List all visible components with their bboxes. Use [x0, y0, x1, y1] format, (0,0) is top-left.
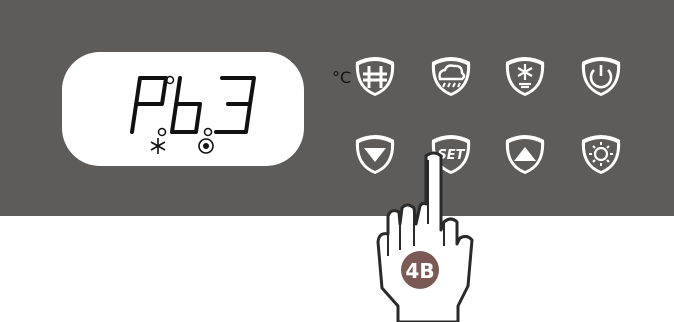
humidity-button[interactable] — [428, 52, 474, 98]
pointing-hand-icon: 4B — [376, 151, 474, 322]
lcd-display: °C — [62, 52, 351, 166]
defrost-drip-button[interactable] — [502, 52, 548, 98]
power-icon — [581, 57, 621, 96]
defrost-icon — [355, 57, 395, 96]
rain-cloud-icon — [431, 57, 471, 96]
light-icon — [581, 135, 621, 174]
fan-icon — [198, 138, 214, 154]
light-button[interactable] — [578, 130, 624, 176]
snowflake-drip-icon — [505, 57, 545, 96]
callout-label: 4B — [405, 259, 434, 283]
arrow-up-icon — [505, 135, 545, 174]
up-button[interactable] — [502, 130, 548, 176]
defrost-button[interactable] — [352, 52, 398, 98]
lcd-readout — [130, 75, 256, 154]
unit-label: °C — [332, 68, 352, 87]
snowflake-icon — [150, 138, 166, 154]
controller-panel: °C SET — [0, 0, 674, 216]
power-button[interactable] — [578, 52, 624, 98]
